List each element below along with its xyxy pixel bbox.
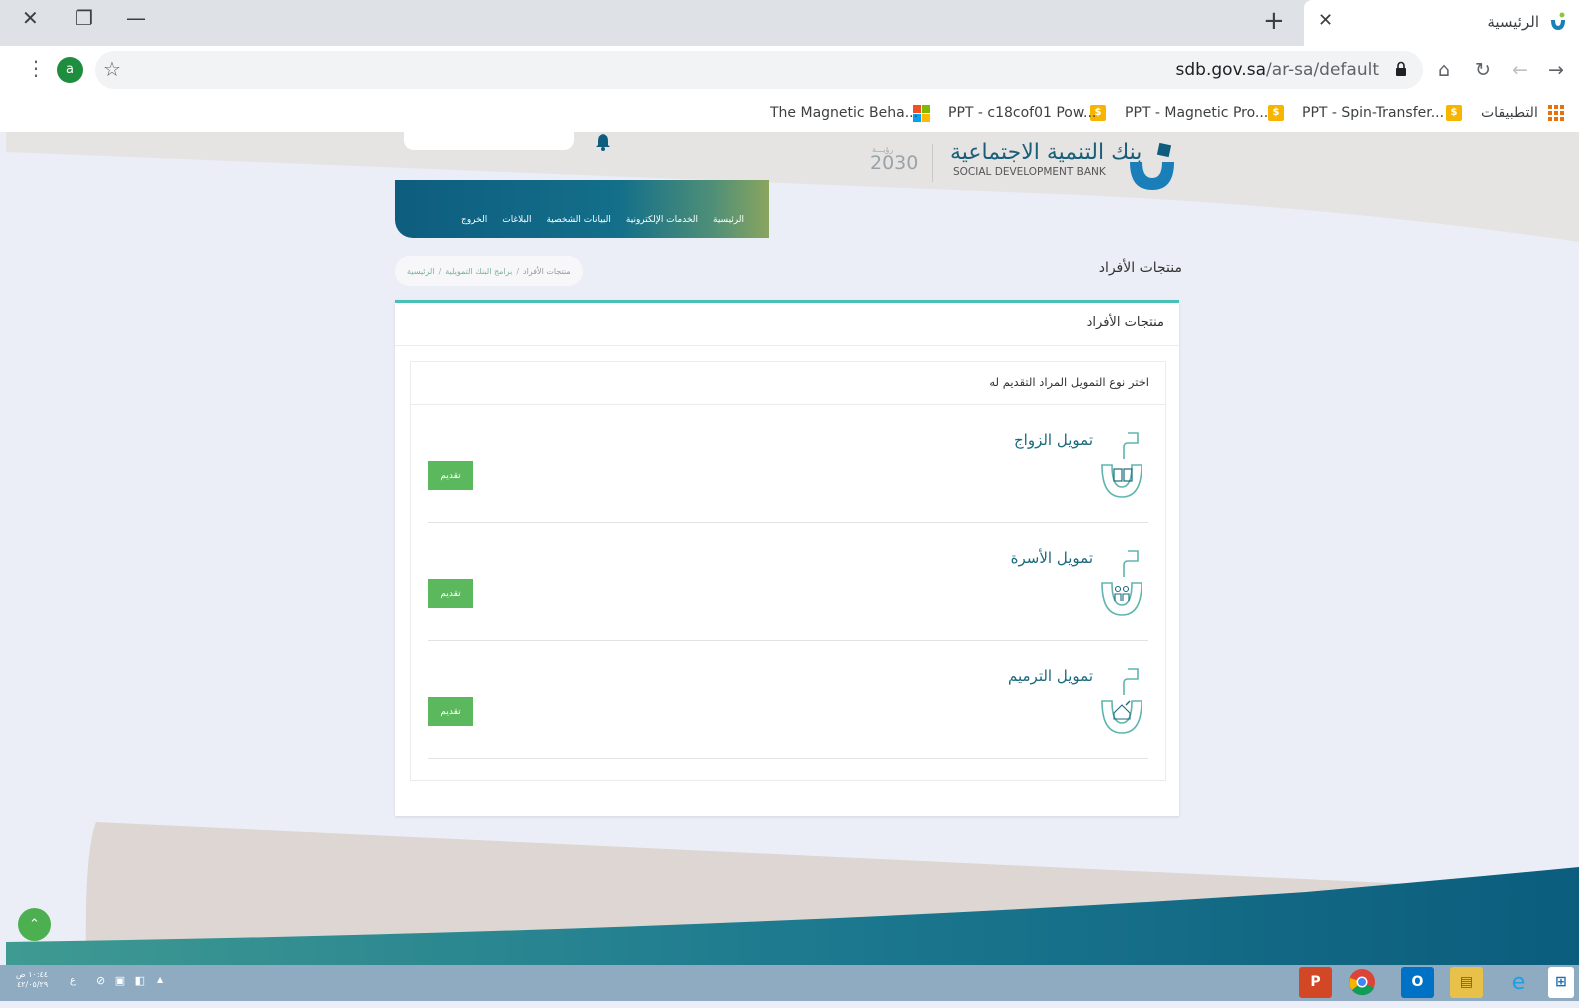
outlook-icon[interactable]: O — [1401, 967, 1434, 998]
apply-button[interactable]: تقديم — [428, 697, 473, 726]
family-loan-icon — [1101, 550, 1142, 616]
products-card: منتجات الأفراد اختر نوع التمويل المراد ا… — [395, 300, 1179, 816]
window-close-button[interactable]: ✕ — [22, 6, 39, 30]
apps-icon[interactable] — [1548, 105, 1564, 121]
apply-button[interactable]: تقديم — [428, 461, 473, 490]
financing-panel: اختر نوع التمويل المراد التقديم له تمويل… — [410, 361, 1166, 781]
nav-personal-data[interactable]: البيانات الشخصية — [546, 215, 610, 225]
bookmark-magnetic-beha[interactable]: The Magnetic Beha... — [770, 105, 918, 121]
tray-date: ٤٢/٠٥/٢٩ — [16, 980, 49, 989]
start-icon[interactable]: ⊞ — [1548, 967, 1574, 998]
bank-logo-icon[interactable] — [1128, 142, 1176, 192]
bank-name-en: SOCIAL DEVELOPMENT BANK — [953, 166, 1106, 178]
breadcrumb-current: منتجات الأفراد — [523, 266, 571, 276]
nav-logout[interactable]: الخروج — [461, 215, 487, 225]
product-row-renovation: تمويل الترميم تقديم — [428, 641, 1148, 759]
browser-toolbar: ⋮ a ☆ sdb.gov.sa/ar-sa/default ⌂ ↻ ← → — [0, 46, 1579, 96]
nav-home[interactable]: الرئيسية — [713, 215, 744, 225]
tray-clock[interactable]: ١٠:٤٤ ص ٤٢/٠٥/٢٩ — [16, 970, 48, 990]
page-title: منتجات الأفراد — [1098, 260, 1182, 276]
bookmark-star-icon[interactable]: ☆ — [103, 57, 121, 81]
new-tab-button[interactable]: + — [1263, 6, 1285, 36]
vision-2030-logo: 2030 — [870, 152, 919, 174]
home-icon[interactable]: ⌂ — [1438, 59, 1450, 81]
bookmark-magnetic-pro[interactable]: PPT - Magnetic Pro... — [1125, 105, 1268, 121]
tab-close-icon[interactable]: ✕ — [1318, 10, 1333, 31]
powerpoint-icon[interactable]: P — [1299, 967, 1332, 998]
apply-button[interactable]: تقديم — [428, 579, 473, 608]
product-row-marriage: تمويل الزواج تقديم — [428, 405, 1148, 523]
url-path: /ar-sa/default — [1266, 60, 1379, 80]
browser-tab-active[interactable]: الرئيسية ✕ — [1304, 0, 1579, 46]
file-explorer-icon[interactable]: ▤ — [1450, 967, 1483, 998]
header-search-box[interactable] — [404, 132, 574, 150]
os-taskbar: ١٠:٤٤ ص ٤٢/٠٥/٢٩ ع ⊘ ▣ ◧ ▲ P O ▤ e ⊞ — [0, 965, 1579, 1001]
product-row-family: تمويل الأسرة تقديم — [428, 523, 1148, 641]
product-name: تمويل الزواج — [1013, 431, 1093, 449]
breadcrumb-separator: / — [438, 266, 442, 276]
browser-tabstrip: ✕ ❐ — + الرئيسية ✕ — [0, 0, 1579, 46]
notification-bell-icon[interactable] — [595, 133, 611, 151]
bookmark-c18cof01[interactable]: PPT - c18cof01 Pow... — [948, 105, 1096, 121]
breadcrumb-separator: / — [516, 266, 520, 276]
window-restore-button[interactable]: ❐ — [75, 6, 93, 30]
bookmarks-bar: التطبيقات $ PPT - Spin-Transfer... $ PPT… — [0, 96, 1579, 132]
reload-icon[interactable]: ↻ — [1475, 59, 1491, 81]
bank-name-ar: بنك التنمية الاجتماعية — [950, 140, 1143, 165]
internet-explorer-icon[interactable]: e — [1502, 967, 1535, 998]
browser-menu-icon[interactable]: ⋮ — [26, 56, 46, 80]
product-name: تمويل الترميم — [1008, 667, 1093, 685]
tray-system-icons[interactable]: ⊘ ▣ ◧ — [96, 974, 148, 987]
site-favicon-icon — [1551, 12, 1565, 30]
tray-language[interactable]: ع — [70, 975, 76, 986]
logo-divider — [932, 144, 933, 182]
breadcrumb: الرئيسية / برامج البنك التمويلية / منتجا… — [395, 256, 583, 286]
scroll-to-top-button[interactable]: ⌃ — [18, 908, 51, 941]
main-navbar: الرئيسية الخدمات الإلكترونية البيانات ال… — [395, 180, 769, 238]
marriage-loan-icon — [1101, 432, 1142, 498]
ppt-icon: $ — [1268, 105, 1284, 121]
renovation-loan-icon — [1101, 668, 1142, 734]
chrome-icon[interactable] — [1345, 967, 1378, 998]
breadcrumb-home[interactable]: الرئيسية — [407, 267, 435, 276]
ppt-icon: $ — [1446, 105, 1462, 121]
panel-header: اختر نوع التمويل المراد التقديم له — [411, 362, 1165, 405]
window-minimize-button[interactable]: — — [126, 6, 146, 30]
tray-overflow-icon[interactable]: ▲ — [157, 975, 163, 984]
nav-reports[interactable]: البلاغات — [502, 215, 531, 225]
back-icon[interactable]: → — [1548, 59, 1564, 81]
breadcrumb-programs[interactable]: برامج البنك التمويلية — [445, 267, 512, 276]
forward-icon[interactable]: ← — [1512, 59, 1528, 81]
address-bar[interactable]: ☆ sdb.gov.sa/ar-sa/default — [95, 51, 1423, 89]
card-title: منتجات الأفراد — [1086, 315, 1164, 330]
lock-icon[interactable] — [1395, 61, 1407, 77]
card-header: منتجات الأفراد — [395, 303, 1179, 346]
url-domain: sdb.gov.sa — [1175, 60, 1266, 80]
nav-e-services[interactable]: الخدمات الإلكترونية — [626, 215, 698, 225]
panel-title: اختر نوع التمويل المراد التقديم له — [989, 375, 1149, 389]
tray-time: ١٠:٤٤ ص — [16, 970, 49, 979]
product-name: تمويل الأسرة — [1010, 549, 1093, 567]
bookmark-spin-transfer[interactable]: PPT - Spin-Transfer... — [1302, 105, 1444, 121]
url-text[interactable]: sdb.gov.sa/ar-sa/default — [1176, 60, 1379, 80]
page-viewport: رؤيـــة 2030 بنك التنمية الاجتماعية SOCI… — [6, 132, 1579, 965]
tab-title: الرئيسية — [1487, 13, 1539, 31]
profile-avatar[interactable]: a — [57, 57, 83, 83]
bookmark-apps[interactable]: التطبيقات — [1481, 105, 1538, 121]
